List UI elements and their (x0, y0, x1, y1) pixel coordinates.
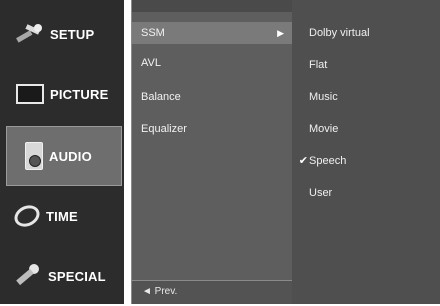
main-menu-label: SPECIAL (48, 268, 106, 284)
prev-button[interactable]: ◄ Prev. (132, 280, 292, 304)
submenu-item-equalizer[interactable]: Equalizer (132, 118, 292, 140)
clock-icon (10, 201, 44, 231)
ssm-option-dolby-virtual[interactable]: Dolby virtual (292, 22, 440, 44)
main-menu-label: TIME (46, 208, 78, 224)
audio-submenu: SSM ▶ AVL Balance Equalizer ◄ Prev. (131, 0, 292, 304)
main-menu-label: SETUP (50, 26, 95, 42)
main-menu-item-picture[interactable]: PICTURE (0, 64, 124, 124)
wrench-icon (14, 23, 44, 45)
ssm-options-menu: Dolby virtual Flat Music Movie ✔Speech U… (292, 0, 440, 304)
submenu-item-avl[interactable]: AVL (132, 52, 292, 74)
ssm-option-movie[interactable]: Movie (292, 118, 440, 140)
submenu-header-bar (132, 0, 292, 12)
main-menu-item-time[interactable]: TIME (0, 186, 124, 246)
ssm-option-label: Speech (309, 155, 347, 167)
submenu-item-balance[interactable]: Balance (132, 86, 292, 108)
ssm-option-label: Dolby virtual (309, 27, 370, 39)
special-icon (12, 263, 42, 289)
ssm-option-label: Movie (309, 123, 339, 135)
main-menu-label: AUDIO (49, 148, 92, 164)
ssm-option-label: Music (309, 91, 338, 103)
main-menu-item-special[interactable]: SPECIAL (0, 246, 124, 306)
checkmark-icon: ✔ (298, 155, 308, 167)
main-menu-item-audio[interactable]: AUDIO (6, 126, 122, 186)
ssm-option-label: Flat (309, 59, 328, 71)
ssm-option-speech[interactable]: ✔Speech (292, 150, 440, 172)
main-menu: SETUP PICTURE AUDIO TIME SPECIAL (0, 0, 124, 304)
ssm-option-user[interactable]: User (292, 182, 440, 204)
main-menu-label: PICTURE (50, 86, 109, 102)
submenu-arrow-icon: ▶ (277, 28, 284, 38)
submenu-item-label: SSM (141, 27, 165, 39)
submenu-item-label: Equalizer (141, 123, 187, 135)
ssm-option-label: User (309, 187, 333, 199)
main-menu-item-setup[interactable]: SETUP (0, 4, 124, 64)
submenu-item-ssm[interactable]: SSM ▶ (132, 22, 292, 44)
speaker-icon (25, 142, 43, 170)
submenu-item-label: AVL (141, 57, 161, 69)
picture-icon (16, 84, 44, 104)
ssm-option-flat[interactable]: Flat (292, 54, 440, 76)
ssm-option-music[interactable]: Music (292, 86, 440, 108)
submenu-item-label: Balance (141, 91, 181, 103)
